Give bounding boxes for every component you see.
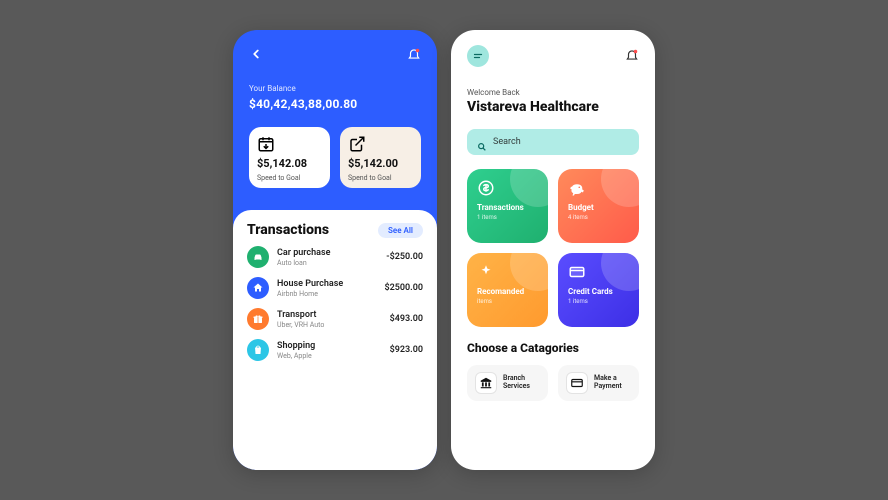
dollar-circle-icon [477, 179, 495, 197]
transactions-list: Car purchase Auto loan -$250.00 House Pu… [247, 246, 423, 361]
transaction-row[interactable]: Transport Uber, VRH Auto $493.00 [247, 308, 423, 330]
tile-title: Budget [568, 203, 629, 212]
tile-transactions[interactable]: Transactions 1 items [467, 169, 548, 243]
back-icon[interactable] [249, 47, 263, 61]
tile-recommended[interactable]: Recomanded items [467, 253, 548, 327]
balance-amount: $40,42,43,88,00.80 [249, 97, 421, 111]
transaction-amount: $2500.00 [384, 283, 423, 293]
transaction-row[interactable]: Car purchase Auto loan -$250.00 [247, 246, 423, 268]
transaction-amount: -$250.00 [386, 252, 423, 262]
transactions-panel: Transactions See All Car purchase Auto l… [233, 210, 437, 470]
transaction-title: Shopping [277, 341, 382, 351]
transaction-amount: $493.00 [390, 314, 423, 324]
goal-card-spend[interactable]: $5,142.00 Spend to Goal [340, 127, 421, 188]
category-label: Payment [594, 383, 622, 391]
transaction-amount: $923.00 [390, 345, 423, 355]
goal-card-amount: $5,142.00 [348, 157, 413, 170]
bell-icon[interactable] [407, 47, 421, 61]
sparkle-icon [477, 263, 495, 281]
shopping-bag-icon [247, 339, 269, 361]
balance-block: Your Balance $40,42,43,88,00.80 [249, 84, 421, 111]
search-placeholder: Search [493, 137, 521, 147]
external-link-icon [348, 135, 366, 153]
balance-screen-header: Your Balance $40,42,43,88,00.80 $5,142.0… [233, 30, 437, 196]
category-make-payment[interactable]: Make a Payment [558, 365, 639, 401]
piggy-bank-icon [568, 179, 586, 197]
goal-card-amount: $5,142.08 [257, 157, 322, 170]
search-icon [477, 137, 487, 147]
goal-card-label: Speed to Goal [257, 174, 322, 182]
welcome-title: Vistareva Healthcare [467, 99, 639, 115]
transaction-title: Transport [277, 310, 382, 320]
tile-title: Recomanded [477, 287, 538, 296]
welcome-block: Welcome Back Vistareva Healthcare [467, 88, 639, 115]
tile-sub: 1 items [568, 298, 629, 305]
search-input[interactable]: Search [467, 129, 639, 155]
categories-title: Choose a Catagories [467, 341, 639, 355]
goal-card-speed[interactable]: $5,142.08 Speed to Goal [249, 127, 330, 188]
tile-title: Transactions [477, 203, 538, 212]
tile-title: Credit Cards [568, 287, 629, 296]
home-screen: Welcome Back Vistareva Healthcare Search… [451, 30, 655, 470]
tile-budget[interactable]: Budget 4 items [558, 169, 639, 243]
transaction-sub: Web, Apple [277, 352, 382, 360]
bell-icon[interactable] [625, 47, 639, 66]
bank-icon [475, 372, 497, 394]
transaction-title: House Purchase [277, 279, 376, 289]
calendar-download-icon [257, 135, 275, 153]
tile-sub: 1 items [477, 214, 538, 221]
balance-label: Your Balance [249, 84, 421, 93]
category-label: Services [503, 383, 530, 391]
categories-section: Choose a Catagories Branch Services [467, 341, 639, 401]
credit-card-icon [568, 263, 586, 281]
transaction-sub: Auto loan [277, 259, 378, 267]
gift-icon [247, 308, 269, 330]
transaction-row[interactable]: House Purchase Airbnb Home $2500.00 [247, 277, 423, 299]
transaction-sub: Airbnb Home [277, 290, 376, 298]
home-icon [247, 277, 269, 299]
transaction-row[interactable]: Shopping Web, Apple $923.00 [247, 339, 423, 361]
transactions-title: Transactions [247, 222, 329, 238]
tile-grid: Transactions 1 items Budget 4 items Reco… [467, 169, 639, 327]
see-all-button[interactable]: See All [378, 223, 423, 238]
tile-credit-cards[interactable]: Credit Cards 1 items [558, 253, 639, 327]
balance-screen: Your Balance $40,42,43,88,00.80 $5,142.0… [233, 30, 437, 470]
tile-sub: items [477, 298, 538, 305]
category-branch-services[interactable]: Branch Services [467, 365, 548, 401]
welcome-label: Welcome Back [467, 88, 639, 97]
car-icon [247, 246, 269, 268]
goal-card-label: Spend to Goal [348, 174, 413, 182]
card-icon [566, 372, 588, 394]
tile-sub: 4 items [568, 214, 629, 221]
transaction-sub: Uber, VRH Auto [277, 321, 382, 329]
transaction-title: Car purchase [277, 248, 378, 258]
avatar[interactable] [467, 45, 489, 67]
